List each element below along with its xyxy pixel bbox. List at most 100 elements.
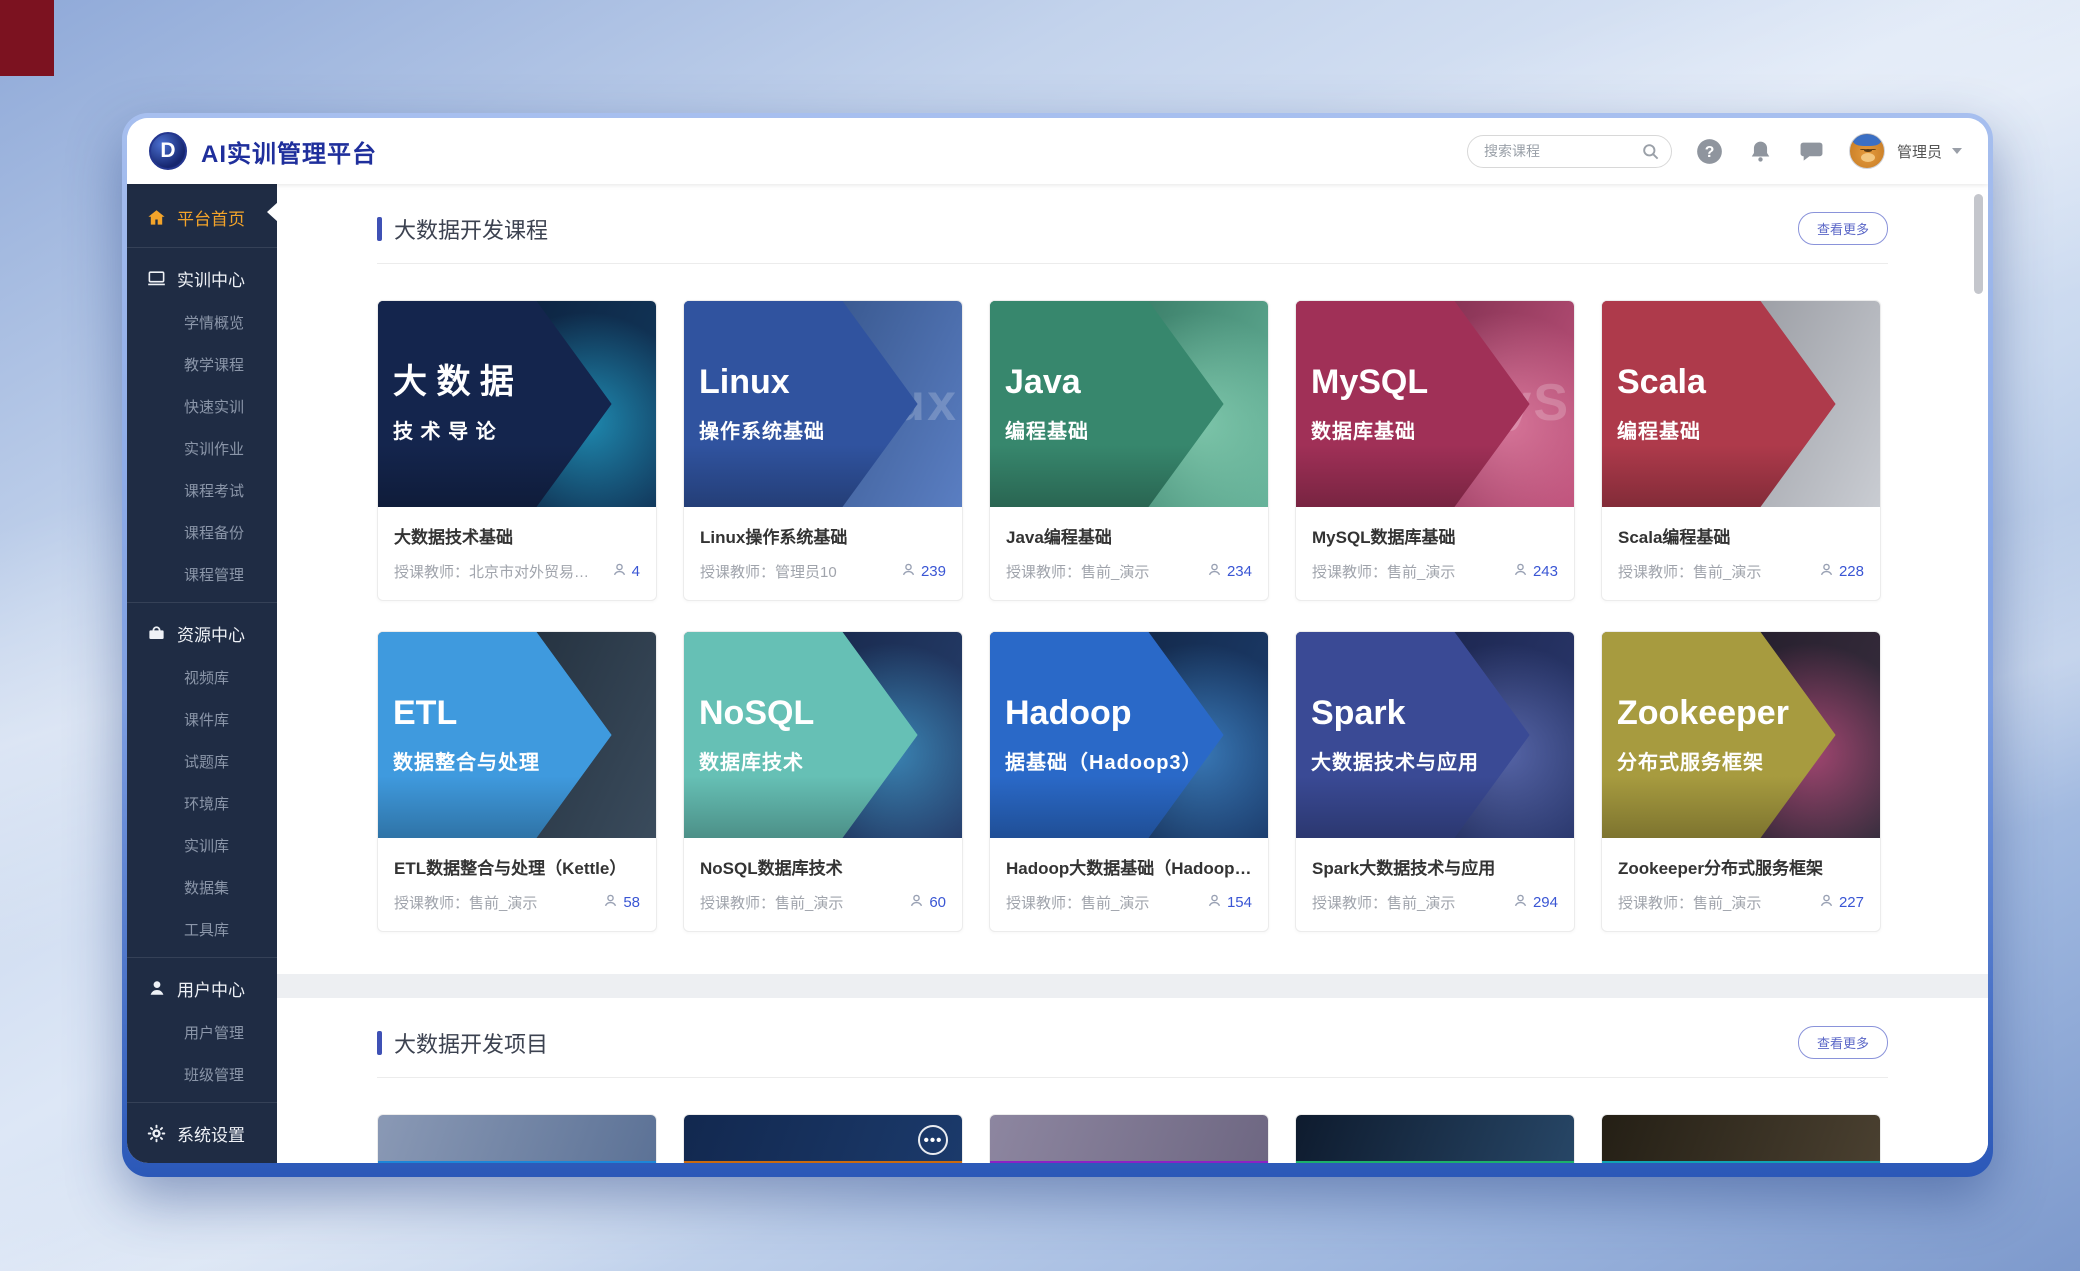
course-card[interactable]: Zookeeper分布式服务框架Zookeeper分布式服务框架授课教师：售前_…	[1601, 631, 1881, 932]
course-cover: ETL数据整合与处理	[378, 632, 656, 838]
course-teacher: 授课教师：售前_演示	[1312, 561, 1513, 582]
course-card[interactable]: Java编程基础 Java编程基础授课教师：售前_演示234	[989, 300, 1269, 601]
course-enrollment: 234	[1207, 562, 1252, 581]
project-card[interactable]: 大数据开发案例	[1601, 1114, 1881, 1163]
view-more-projects-button[interactable]: 查看更多	[1798, 1026, 1888, 1059]
course-card[interactable]: MySMySQL数据库基础MySQL数据库基础授课教师：售前_演示243	[1295, 300, 1575, 601]
section-title-courses: 大数据开发课程	[394, 213, 548, 245]
sidebar-subitem-resource-center-3[interactable]: 环境库	[127, 782, 277, 824]
sidebar-subitem-training-center-2[interactable]: 快速实训	[127, 385, 277, 427]
course-meta: 授课教师：售前_演示154	[1006, 892, 1252, 913]
course-title: ETL数据整合与处理（Kettle）	[394, 854, 640, 879]
sidebar-subitem-resource-center-2[interactable]: 试题库	[127, 740, 277, 782]
course-cover: Java编程基础	[990, 301, 1268, 507]
person-icon	[901, 562, 916, 581]
course-info: Zookeeper分布式服务框架授课教师：售前_演示227	[1602, 838, 1880, 931]
course-meta: 授课教师：售前_演示243	[1312, 561, 1558, 582]
app-logo[interactable]: D	[149, 132, 187, 170]
project-banner: 大数据开发案例	[990, 1161, 1268, 1163]
course-meta: 授课教师：售前_演示228	[1618, 561, 1864, 582]
course-title: Java编程基础	[1006, 523, 1252, 548]
sidebar-subitem-resource-center-6[interactable]: 工具库	[127, 908, 277, 950]
course-cover: Zookeeper分布式服务框架	[1602, 632, 1880, 838]
cover-subtitle: 分布式服务框架	[1617, 746, 1880, 775]
user-name[interactable]: 管理员	[1897, 141, 1942, 162]
cover-title: ETL	[393, 696, 656, 730]
sidebar-divider	[127, 247, 277, 248]
person-icon	[909, 893, 924, 912]
course-cover: Spark大数据技术与应用	[1296, 632, 1574, 838]
sidebar-subitem-training-center-6[interactable]: 课程管理	[127, 553, 277, 595]
course-teacher: 授课教师：售前_演示	[1312, 892, 1513, 913]
sidebar-item-training-center[interactable]: 实训中心	[127, 255, 277, 301]
help-icon[interactable]: ?	[1696, 138, 1723, 165]
sidebar-subitem-resource-center-1[interactable]: 课件库	[127, 698, 277, 740]
cover-text: Scala编程基础	[1602, 301, 1880, 507]
cover-text: Zookeeper分布式服务框架	[1602, 632, 1880, 838]
course-meta: 授课教师：售前_演示60	[700, 892, 946, 913]
course-card[interactable]: Scala编程基础Scala编程基础授课教师：售前_演示228	[1601, 300, 1881, 601]
course-card[interactable]: Hadoop据基础（Hadoop3）Hadoop大数据基础（Hadoop3）授课…	[989, 631, 1269, 932]
course-info: Spark大数据技术与应用授课教师：售前_演示 294	[1296, 838, 1574, 931]
bag-icon	[147, 624, 166, 643]
project-card[interactable]: •••大数据开发案例	[683, 1114, 963, 1163]
course-cover: Scala编程基础	[1602, 301, 1880, 507]
cover-title: Hadoop	[1005, 696, 1268, 730]
sidebar-item-system-settings[interactable]: 系统设置	[127, 1110, 277, 1156]
project-card[interactable]: 大数据开发案例	[1295, 1114, 1575, 1163]
course-meta: 授课教师：售前_演示234	[1006, 561, 1252, 582]
course-card[interactable]: ETL数据整合与处理 ETL数据整合与处理（Kettle） 授课教师：售前_演示58	[377, 631, 657, 932]
sidebar-divider	[127, 602, 277, 603]
sidebar-subitem-training-center-0[interactable]: 学情概览	[127, 301, 277, 343]
projects-grid: 大数据开发案例•••大数据开发案例大数据开发案例大数据开发案例大数据开发案例	[377, 1114, 1888, 1163]
course-meta: 授课教师：北京市对外贸易学校教...4	[394, 561, 640, 582]
messages-icon[interactable]	[1798, 138, 1825, 165]
course-enroll-count: 294	[1533, 894, 1558, 911]
sidebar-subitem-user-center-1[interactable]: 班级管理	[127, 1053, 277, 1095]
sidebar-subitem-user-center-0[interactable]: 用户管理	[127, 1011, 277, 1053]
sidebar-item-home[interactable]: 平台首页	[127, 194, 277, 240]
sidebar-subitem-training-center-4[interactable]: 课程考试	[127, 469, 277, 511]
sidebar-subitem-training-center-3[interactable]: 实训作业	[127, 427, 277, 469]
cover-title: Linux	[699, 365, 962, 399]
course-enrollment: 58	[603, 893, 640, 912]
course-card[interactable]: NoSQL数据库技术NoSQL数据库技术授课教师：售前_演示60	[683, 631, 963, 932]
course-title: NoSQL数据库技术	[700, 854, 946, 879]
course-enroll-count: 239	[921, 563, 946, 580]
course-title: Spark大数据技术与应用	[1312, 854, 1558, 879]
scrollbar-thumb[interactable]	[1974, 194, 1983, 294]
sidebar-item-resource-center[interactable]: 资源中心	[127, 610, 277, 656]
course-card[interactable]: inuxLinux操作系统基础Linux操作系统基础授课教师：管理员10239	[683, 300, 963, 601]
notifications-bell-icon[interactable]	[1747, 138, 1774, 165]
course-card[interactable]: 大 数 据技 术 导 论大数据技术基础授课教师：北京市对外贸易学校教...4	[377, 300, 657, 601]
cover-text: Java编程基础	[990, 301, 1268, 507]
cover-title: Java	[1005, 365, 1268, 399]
project-banner: 大数据开发案例	[378, 1161, 656, 1163]
search-box	[1467, 135, 1672, 168]
course-enrollment: 60	[909, 893, 946, 912]
search-icon[interactable]	[1641, 142, 1660, 166]
sidebar-subitem-training-center-5[interactable]: 课程备份	[127, 511, 277, 553]
sidebar-subitem-resource-center-5[interactable]: 数据集	[127, 866, 277, 908]
chevron-down-icon[interactable]	[1952, 148, 1962, 154]
sidebar-subitem-training-center-1[interactable]: 教学课程	[127, 343, 277, 385]
course-title: MySQL数据库基础	[1312, 523, 1558, 548]
avatar[interactable]	[1849, 133, 1885, 169]
course-cover: Hadoop据基础（Hadoop3）	[990, 632, 1268, 838]
course-card[interactable]: Spark大数据技术与应用 Spark大数据技术与应用授课教师：售前_演示 294	[1295, 631, 1575, 932]
project-banner: 大数据开发案例	[1296, 1161, 1574, 1163]
course-enroll-count: 4	[632, 563, 640, 580]
sidebar-subitem-resource-center-4[interactable]: 实训库	[127, 824, 277, 866]
course-info: 大数据技术基础授课教师：北京市对外贸易学校教...4	[378, 507, 656, 600]
course-enrollment: 4	[612, 562, 640, 581]
course-teacher: 授课教师：售前_演示	[394, 892, 603, 913]
view-more-courses-button[interactable]: 查看更多	[1798, 212, 1888, 245]
project-card[interactable]: 大数据开发案例	[989, 1114, 1269, 1163]
sidebar-subitem-resource-center-0[interactable]: 视频库	[127, 656, 277, 698]
sidebar-item-user-center[interactable]: 用户中心	[127, 965, 277, 1011]
course-enroll-count: 234	[1227, 563, 1252, 580]
project-card[interactable]: 大数据开发案例	[377, 1114, 657, 1163]
course-enrollment: 239	[901, 562, 946, 581]
person-icon	[1207, 562, 1222, 581]
cover-subtitle: 编程基础	[1617, 415, 1880, 444]
